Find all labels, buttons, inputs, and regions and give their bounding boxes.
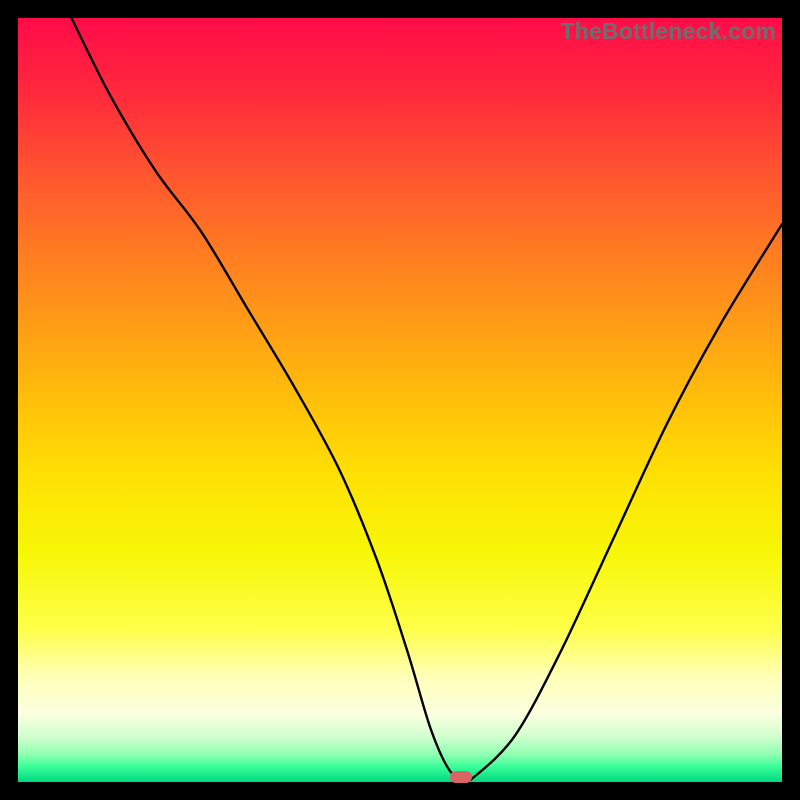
bottleneck-curve: [71, 18, 782, 781]
curve-layer: [18, 18, 782, 782]
plot-frame: TheBottleneck.com: [18, 18, 782, 782]
plot-area: [18, 18, 782, 782]
watermark-text: TheBottleneck.com: [560, 18, 776, 45]
optimum-marker: [450, 771, 472, 783]
